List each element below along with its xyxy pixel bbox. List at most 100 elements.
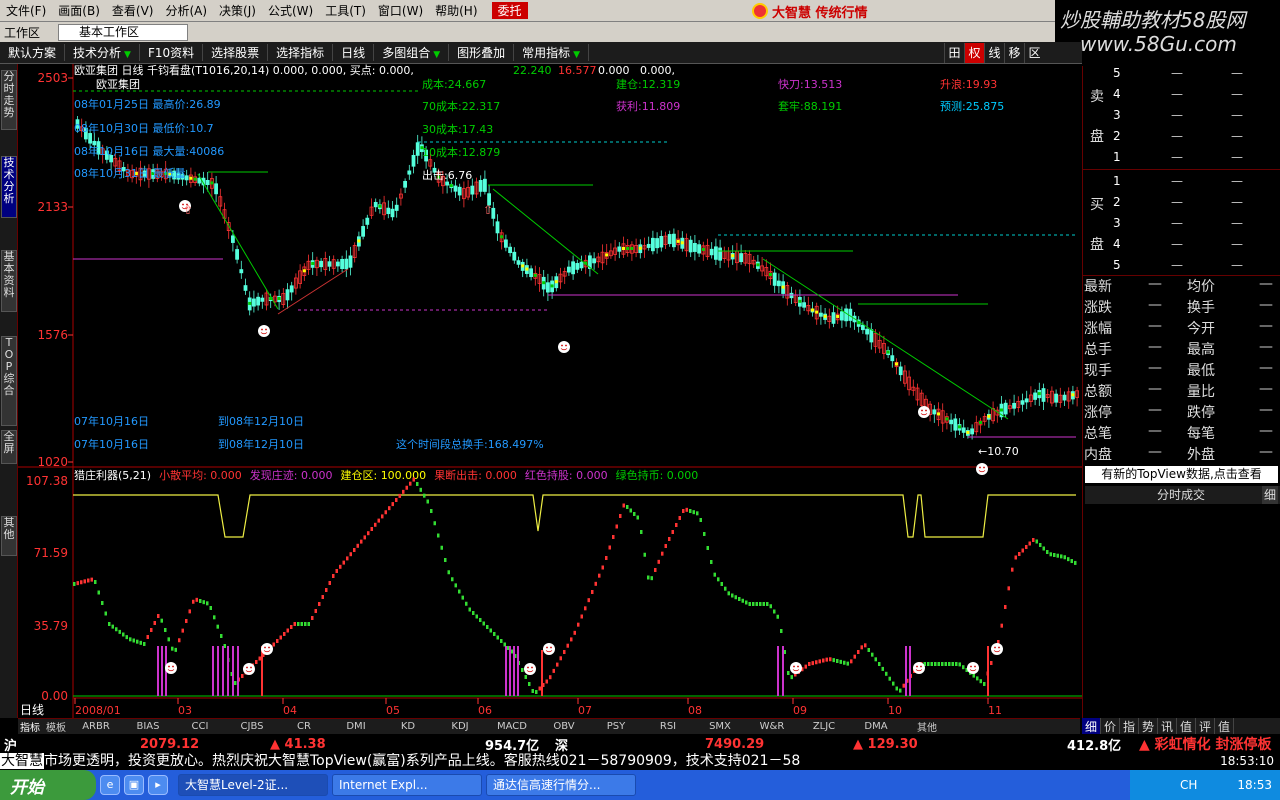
indicator-tab[interactable]: CCI (174, 721, 226, 732)
osc-segment (332, 574, 335, 578)
right-tab[interactable]: 势 (1139, 718, 1158, 734)
smiley-eye (979, 466, 981, 469)
indicator-tab[interactable]: 模板 (42, 719, 70, 734)
left-tab[interactable]: 其他 (1, 516, 17, 556)
indicator-tab[interactable]: PSY (590, 721, 642, 732)
chart-area[interactable]: 2503 2133 1576 1020 ⇧ ⇧ 欧亚集团 日线 千钧看盘(T1016,20,… (18, 64, 1082, 718)
toolbar-item[interactable]: 选择指标 (268, 44, 334, 61)
ime-indicator[interactable]: CH (1180, 778, 1197, 792)
toolbar-item[interactable]: 常用指标 ▼ (514, 44, 590, 61)
stat-value: 25.875 (966, 100, 1005, 113)
low-mark-value: 10.70 (987, 445, 1019, 458)
osc-segment (741, 598, 744, 603)
indicator-tab[interactable]: CJBS (226, 721, 278, 732)
toolbar-right-button[interactable]: 线 (984, 43, 1004, 63)
toolbar-item[interactable]: 日线 (333, 44, 375, 61)
task-dzh[interactable]: 大智慧Level-2证... (178, 774, 328, 796)
candle-marker (815, 310, 819, 314)
menu-item[interactable]: 画面(B) (52, 2, 106, 19)
menu-item[interactable]: 帮助(H) (429, 2, 483, 19)
toolbar-right-button[interactable]: 权 (964, 43, 984, 63)
osc-segment (710, 560, 713, 564)
toolbar-item[interactable]: 多图组合 ▼ (374, 44, 450, 61)
right-tab[interactable]: 讯 (1158, 718, 1177, 734)
smiley-eye (265, 328, 267, 331)
quote-value: — (1148, 276, 1162, 292)
quote-key: 换手 (1187, 300, 1215, 316)
indicator-tab[interactable]: ZLJC (798, 721, 850, 732)
indicator-tab[interactable]: DMI (330, 721, 382, 732)
toolbar-item[interactable]: 图形叠加 (449, 44, 515, 61)
menu-item[interactable]: 决策(J) (213, 2, 262, 19)
indicator-tab[interactable]: KD (382, 721, 434, 732)
right-tab[interactable]: 评 (1196, 718, 1215, 734)
right-tab[interactable]: 指 (1120, 718, 1139, 734)
indicator-tab[interactable]: DMA (850, 721, 902, 732)
indicator-tab[interactable]: W&R (746, 721, 798, 732)
indicator-tab[interactable]: CR (278, 721, 330, 732)
menu-item[interactable]: 工具(T) (319, 2, 372, 19)
osc-segment (402, 489, 405, 494)
smiley-icon (524, 663, 536, 675)
explorer-quicklaunch-icon[interactable]: ▣ (124, 775, 144, 795)
toolbar-right-button[interactable]: 区 (1024, 43, 1044, 63)
toolbar-item[interactable]: 选择股票 (203, 44, 269, 61)
indicator-tab[interactable]: SMX (694, 721, 746, 732)
right-tab[interactable]: 值 (1215, 718, 1234, 734)
task-ie[interactable]: Internet Expl... (332, 774, 482, 796)
right-tab[interactable]: 价 (1101, 718, 1120, 734)
workspace-select[interactable]: 基本工作区 (58, 23, 189, 41)
left-tab[interactable]: 基本资料 (1, 250, 17, 312)
indicator-tab[interactable]: OBV (538, 721, 590, 732)
indicator-tab[interactable]: BIAS (122, 721, 174, 732)
left-tab[interactable]: 分时走势 (1, 70, 17, 130)
smiley-eye (983, 466, 985, 469)
media-quicklaunch-icon[interactable]: ▸ (148, 775, 168, 795)
task-tdx[interactable]: 通达信高速行情分... (486, 774, 636, 796)
x-tick-label: 08 (688, 704, 702, 717)
menu-item[interactable]: 窗口(W) (372, 2, 429, 19)
toolbar-item[interactable]: 技术分析 ▼ (65, 44, 140, 61)
menu-item[interactable]: 公式(W) (262, 2, 319, 19)
indicator-tab[interactable]: 其他 (902, 719, 952, 734)
workspace-label: 工作区 (4, 25, 41, 40)
osc-segment (850, 659, 853, 664)
smiley-face (790, 662, 802, 674)
osc-segment (892, 681, 895, 686)
stat-key: 快刀 (778, 78, 800, 91)
topview-notice[interactable]: 有新的TopView数据,点击查看 (1085, 466, 1278, 483)
menu-trade[interactable]: 委托 (491, 2, 528, 19)
right-tab[interactable]: 细 (1082, 718, 1101, 734)
toolbar-item[interactable]: 默认方案 (0, 44, 66, 61)
menu-item[interactable]: 文件(F) (0, 2, 52, 19)
indicator-tab[interactable]: KDJ (434, 721, 486, 732)
toolbar-item[interactable]: F10资料 (140, 44, 204, 61)
indicator-tab[interactable]: MACD (486, 721, 538, 732)
left-tab[interactable]: 全屏 (1, 430, 17, 464)
smiley-face (258, 325, 270, 337)
menu-item[interactable]: 查看(V) (106, 2, 160, 19)
menu-item[interactable]: 分析(A) (159, 2, 213, 19)
dropdown-icon: ▼ (573, 50, 581, 60)
osc-segment (692, 510, 695, 515)
right-tab[interactable]: 值 (1177, 718, 1196, 734)
fenshi-detail-button[interactable]: 细 (1261, 486, 1278, 504)
smiley-icon (976, 463, 988, 475)
indicator-tab[interactable]: RSI (642, 721, 694, 732)
osc-segment (73, 582, 76, 586)
left-tab[interactable]: TOP综合 (1, 336, 17, 426)
candle-marker (500, 235, 504, 239)
indicator-tab[interactable]: ARBR (70, 721, 122, 732)
osc-segment (1049, 552, 1052, 557)
candle-marker (554, 280, 558, 284)
indicator-tab[interactable]: 指标 (18, 719, 42, 734)
notice-text: 彩虹情化 封涨停板 (1154, 737, 1272, 753)
volume: — (1231, 195, 1243, 209)
ie-quicklaunch-icon[interactable]: e (100, 775, 120, 795)
left-tab[interactable]: 技术分析 (1, 156, 17, 218)
osc-segment (874, 657, 877, 662)
toolbar-right-button[interactable]: 田 (944, 43, 964, 63)
start-button[interactable]: 开始 (0, 770, 96, 800)
toolbar-right-button[interactable]: 移 (1004, 43, 1024, 63)
candle-marker (945, 417, 949, 421)
